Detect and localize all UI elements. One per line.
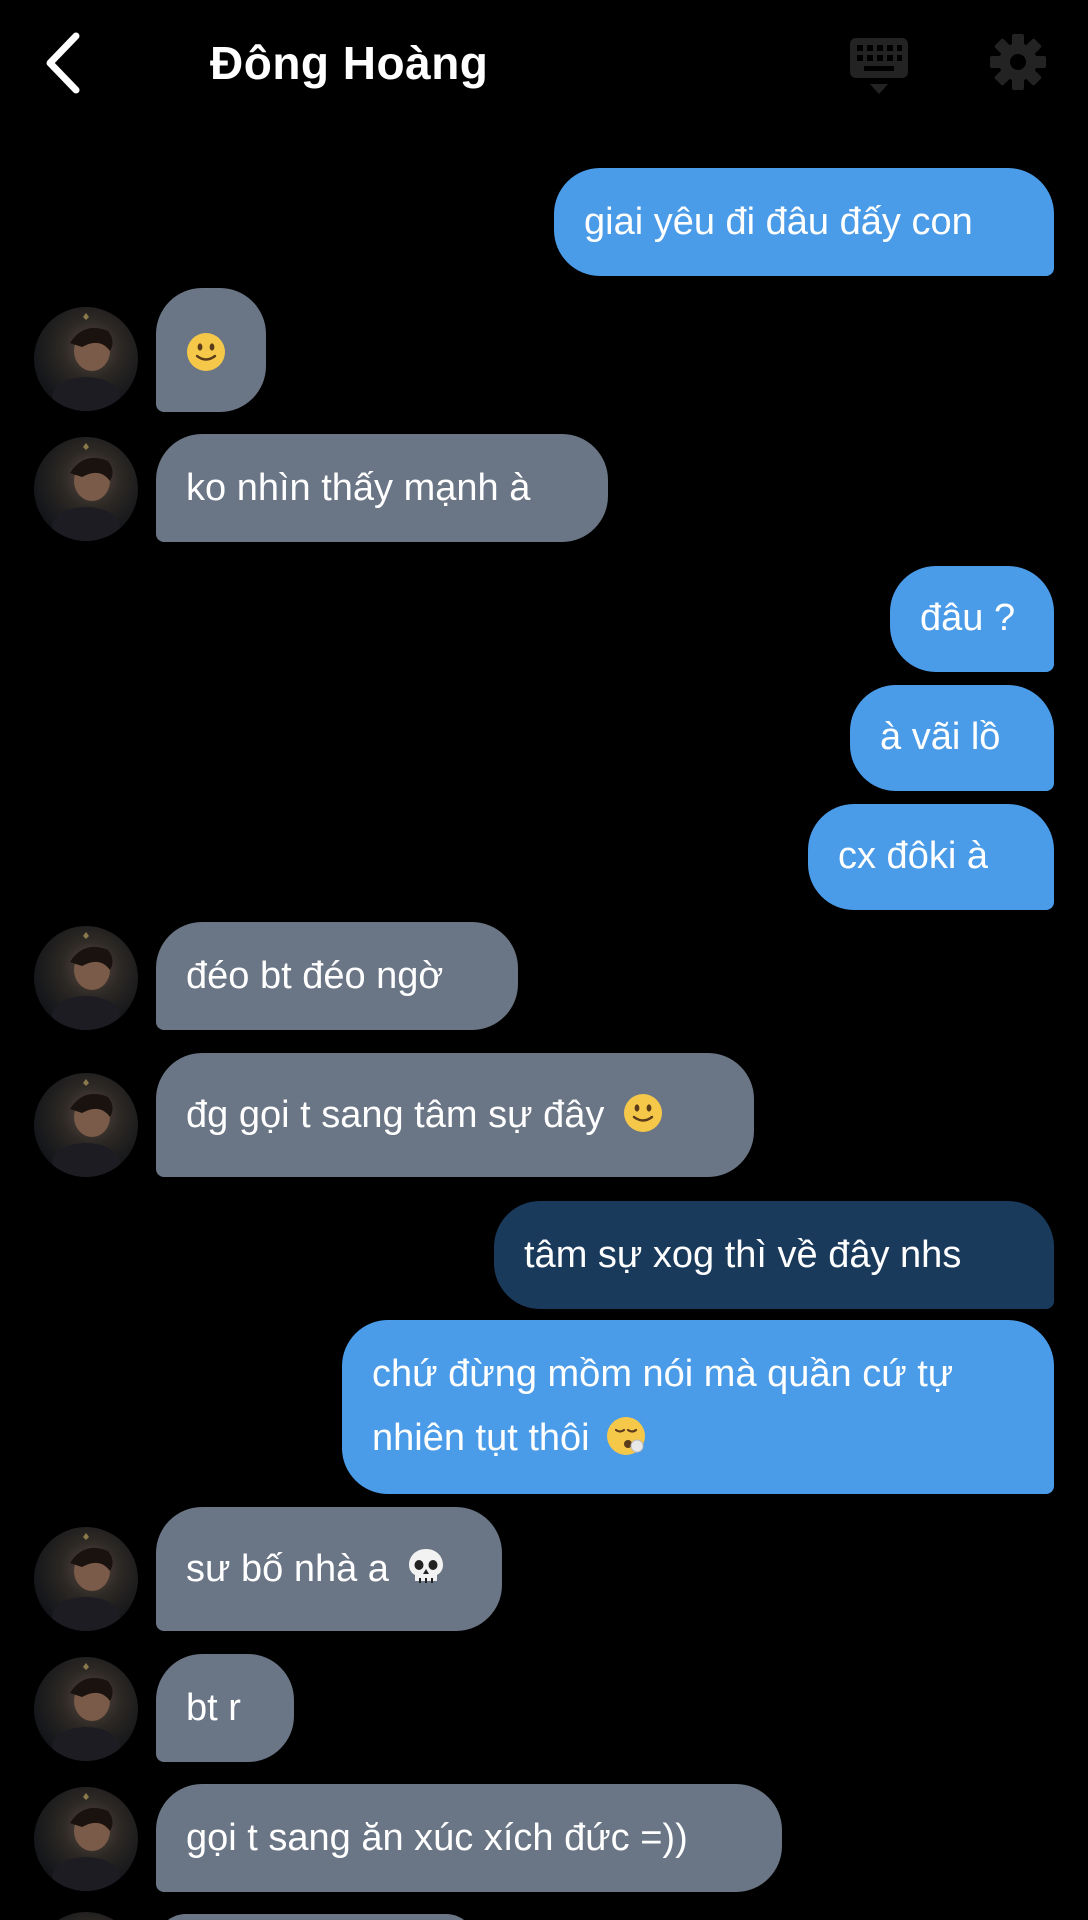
received-message[interactable] — [156, 288, 266, 412]
received-message[interactable] — [156, 1914, 476, 1920]
message-text: tâm sự xog thì về đây nhs — [524, 1234, 962, 1276]
sent-message[interactable]: chứ đừng mồm nói mà quần cứ tự nhiên tụt… — [342, 1320, 1054, 1494]
message-text: giai yêu đi đâu đấy con — [584, 201, 973, 243]
message-text: đâu ? — [920, 597, 1016, 639]
sent-message[interactable]: cx đôki à — [808, 804, 1054, 910]
avatar[interactable] — [34, 437, 138, 541]
message-text: chứ đừng mồm nói mà quần cứ tự nhiên tụt… — [372, 1353, 954, 1459]
skull-icon — [409, 1548, 444, 1583]
avatar[interactable] — [34, 1912, 138, 1920]
message-text: đg gọi t sang tâm sự đây — [186, 1094, 605, 1136]
chevron-left-icon — [46, 32, 80, 94]
chat-header: Đông Hoàng — [0, 0, 1088, 130]
avatar-photo — [52, 1663, 120, 1761]
message-text: à vãi lồ — [880, 716, 1001, 758]
received-message[interactable]: sư bố nhà a — [156, 1507, 502, 1631]
sent-message[interactable]: giai yêu đi đâu đấy con — [554, 168, 1054, 276]
page-title: Đông Hoàng — [210, 37, 489, 89]
message-text: cx đôki à — [838, 835, 988, 877]
keyboard-icon — [850, 38, 908, 94]
avatar-photo — [52, 313, 120, 411]
message-text: sư bố nhà a — [186, 1548, 389, 1590]
avatar[interactable] — [34, 1787, 138, 1891]
received-message[interactable]: bt r — [156, 1654, 294, 1762]
slightly-smiling-face-icon — [623, 1093, 662, 1132]
avatar[interactable] — [34, 1527, 138, 1631]
avatar-photo — [52, 932, 120, 1030]
message-text: bt r — [186, 1687, 241, 1729]
received-message[interactable]: ko nhìn thấy mạnh à — [156, 434, 608, 542]
received-message[interactable]: gọi t sang ăn xúc xích đức =)) — [156, 1784, 782, 1892]
sent-message[interactable]: tâm sự xog thì về đây nhs — [494, 1201, 1054, 1309]
message-text: đéo bt đéo ngờ — [186, 955, 444, 997]
avatar[interactable] — [34, 926, 138, 1030]
received-message[interactable]: đg gọi t sang tâm sự đây — [156, 1053, 754, 1177]
avatar-photo — [52, 1793, 120, 1891]
avatar[interactable] — [34, 307, 138, 411]
received-message[interactable]: đéo bt đéo ngờ — [156, 922, 518, 1030]
gear-icon — [990, 34, 1046, 90]
settings-button[interactable] — [988, 30, 1048, 94]
slightly-smiling-face-icon — [187, 332, 225, 371]
message-text: gọi t sang ăn xúc xích đức =)) — [186, 1817, 688, 1859]
avatar-photo — [52, 1079, 120, 1177]
avatar-photo — [52, 1533, 120, 1631]
avatar-photo — [52, 443, 120, 541]
avatar[interactable] — [34, 1073, 138, 1177]
chat-screen: Đông Hoàng giai yêu đi đâu đấy con ko nh… — [0, 0, 1088, 1920]
keyboard-button[interactable] — [848, 34, 910, 98]
back-button[interactable] — [40, 28, 90, 98]
message-text: ko nhìn thấy mạnh à — [186, 467, 531, 509]
face-exhaling-icon — [607, 1416, 646, 1455]
sent-message[interactable]: à vãi lồ — [850, 685, 1054, 791]
sent-message[interactable]: đâu ? — [890, 566, 1054, 672]
avatar[interactable] — [34, 1657, 138, 1761]
